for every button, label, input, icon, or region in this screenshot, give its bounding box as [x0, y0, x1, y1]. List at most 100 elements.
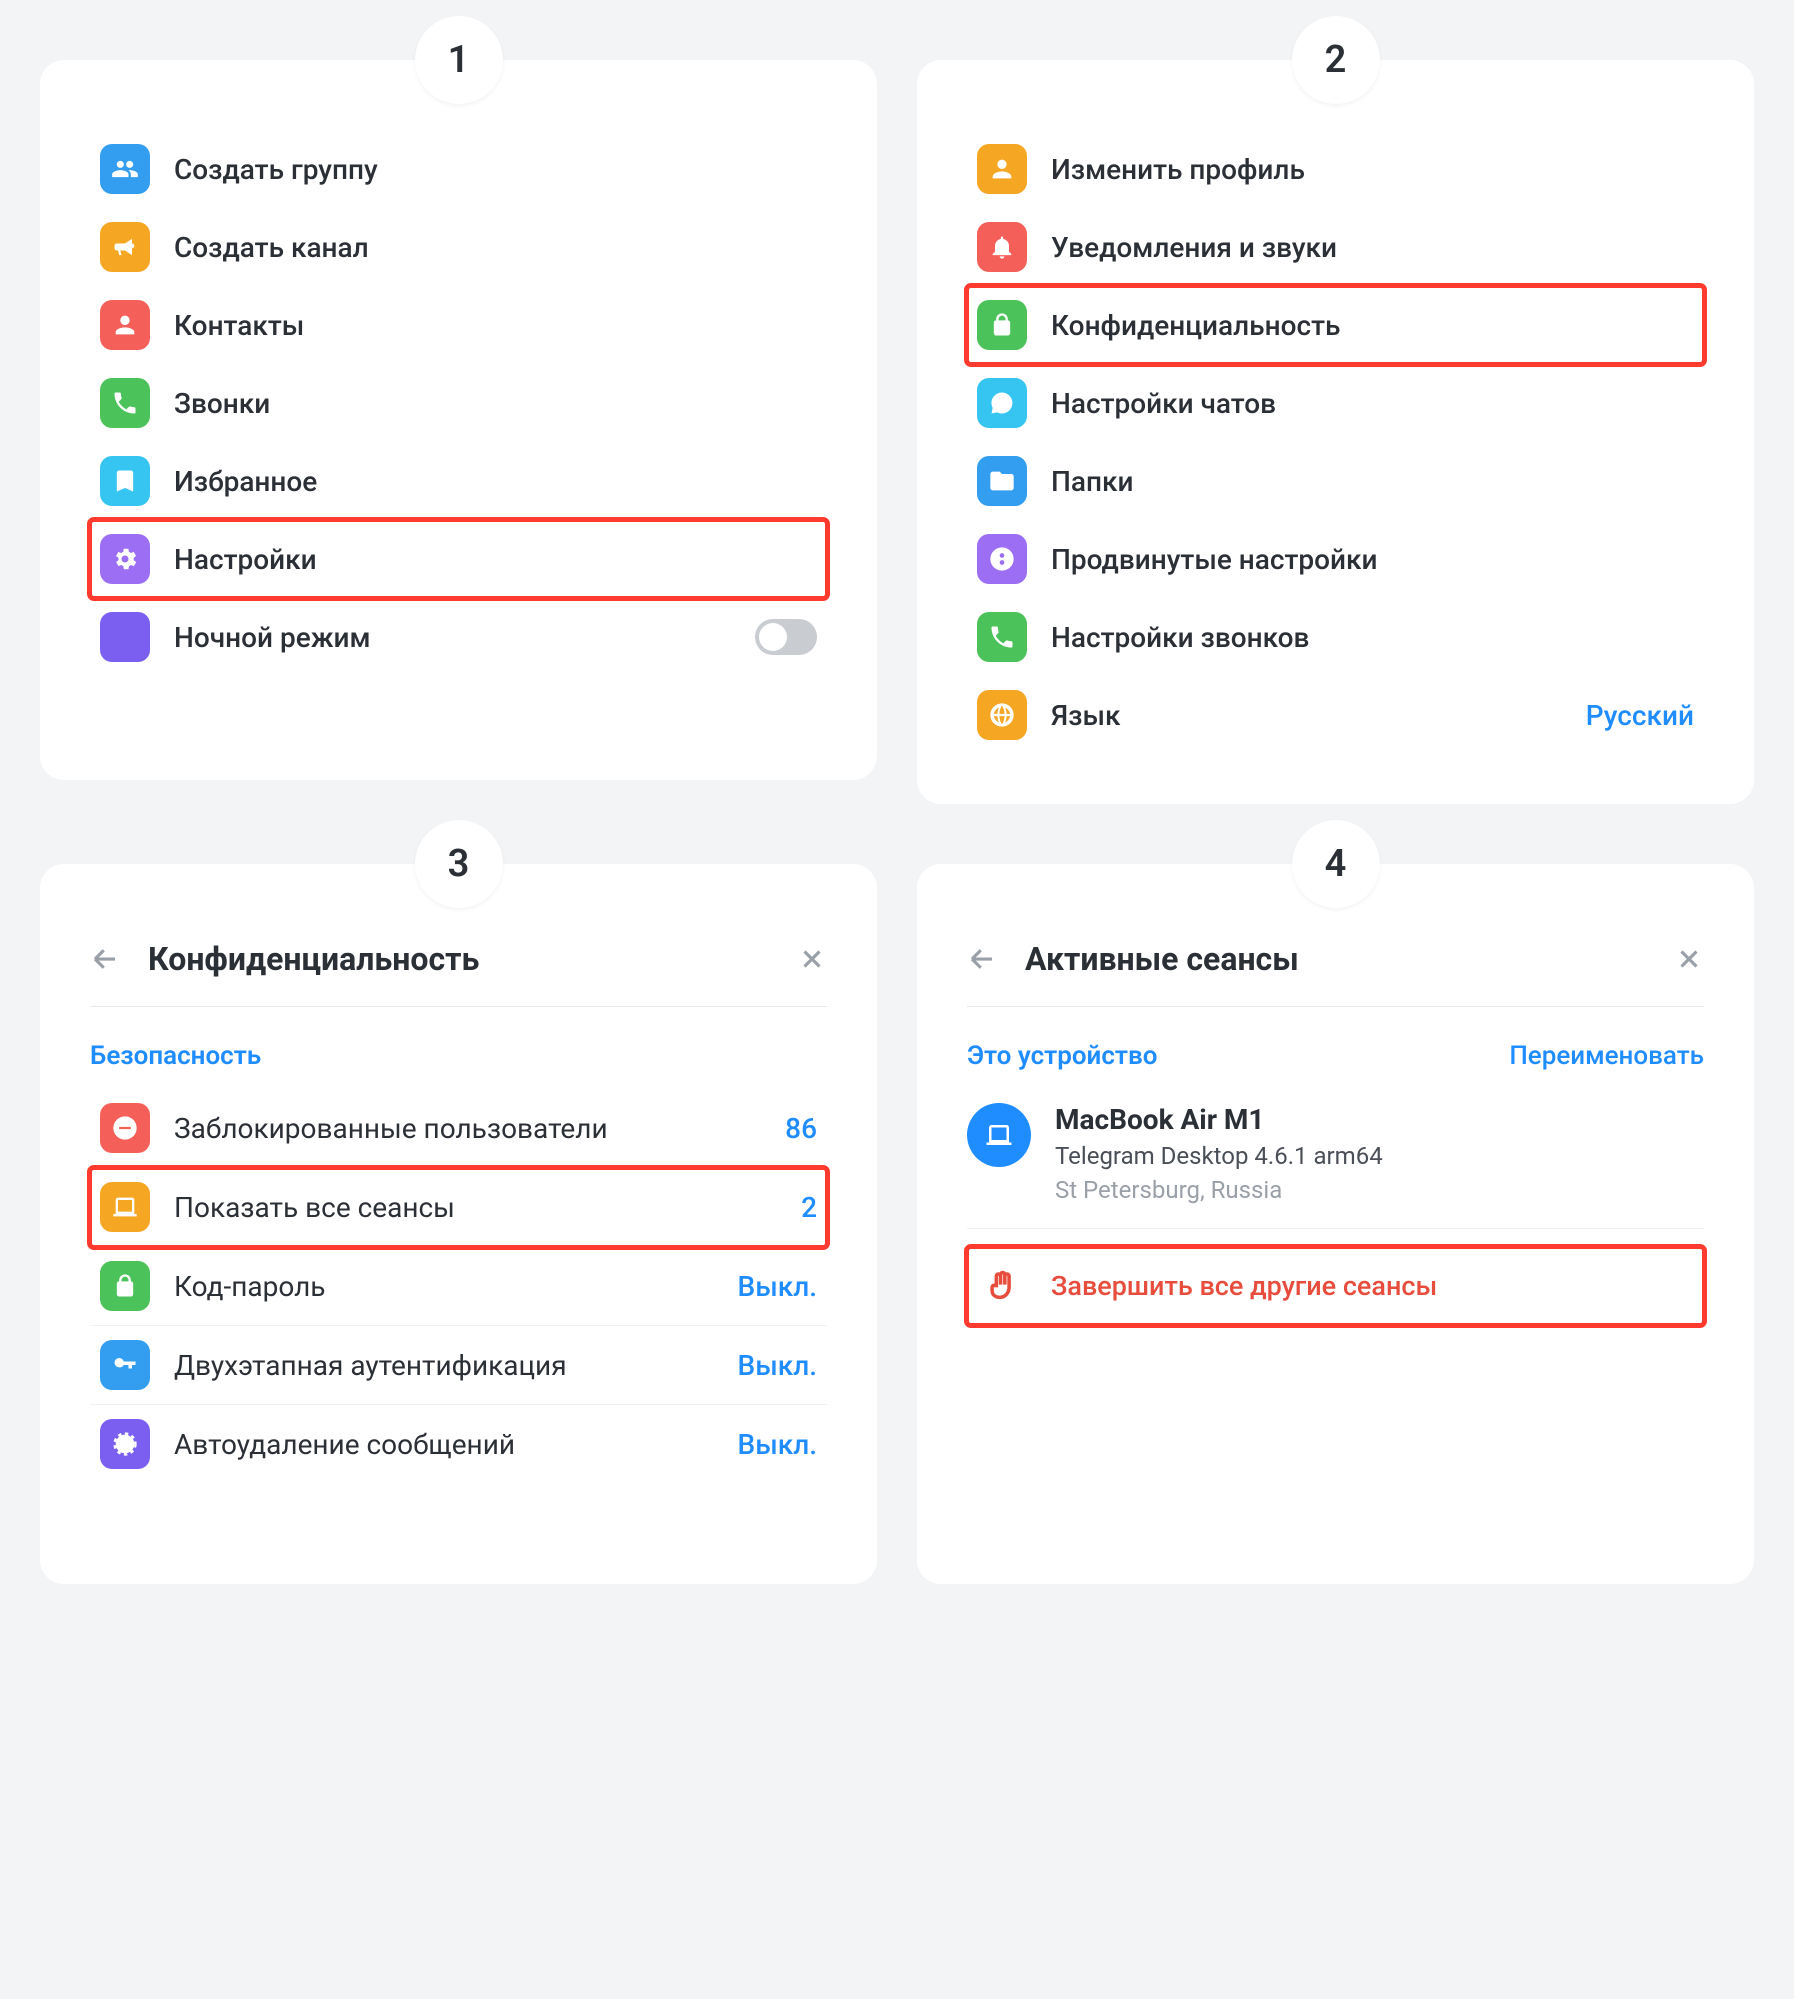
close-button[interactable]: [1674, 944, 1704, 974]
privacy-label: Показать все сеансы: [174, 1191, 777, 1224]
lock-icon: [100, 1261, 150, 1311]
close-button[interactable]: [797, 944, 827, 974]
menu-calls[interactable]: Звонки: [90, 364, 827, 442]
chat-icon: [977, 378, 1027, 428]
moon-icon: [100, 612, 150, 662]
phone-icon: [977, 612, 1027, 662]
settings-label: Конфиденциальность: [1051, 309, 1694, 342]
main-menu: Создать группу Создать канал Контакты: [90, 130, 827, 676]
step-2: 2 Изменить профиль Уведомления и звуки: [917, 60, 1754, 804]
menu-settings[interactable]: Настройки: [90, 520, 827, 598]
menu-label: Создать канал: [174, 231, 817, 264]
gear-icon: [100, 534, 150, 584]
menu-night-mode[interactable]: Ночной режим: [90, 598, 827, 676]
settings-chat[interactable]: Настройки чатов: [967, 364, 1704, 442]
privacy-value: Выкл.: [738, 1349, 817, 1382]
settings-calls[interactable]: Настройки звонков: [967, 598, 1704, 676]
settings-label: Папки: [1051, 465, 1694, 498]
sessions-header: Активные сеансы: [967, 904, 1704, 1007]
settings-label: Изменить профиль: [1051, 153, 1694, 186]
privacy-label: Код-пароль: [174, 1270, 714, 1303]
step-1: 1 Создать группу Создать канал: [40, 60, 877, 804]
current-device[interactable]: MacBook Air M1 Telegram Desktop 4.6.1 ar…: [967, 1089, 1704, 1229]
timer-icon: [100, 1419, 150, 1469]
privacy-sessions[interactable]: Показать все сеансы 2: [90, 1168, 827, 1247]
sliders-icon: [977, 534, 1027, 584]
settings-language[interactable]: Язык Русский: [967, 676, 1704, 754]
device-name: MacBook Air M1: [1055, 1103, 1383, 1136]
sessions-title: Активные сеансы: [1025, 940, 1646, 978]
menu-label: Настройки: [174, 543, 817, 576]
menu-label: Создать группу: [174, 153, 817, 186]
device-location: St Petersburg, Russia: [1055, 1176, 1383, 1204]
settings-label: Настройки звонков: [1051, 621, 1694, 654]
settings-folders[interactable]: Папки: [967, 442, 1704, 520]
blocked-icon: [100, 1103, 150, 1153]
menu-label: Звонки: [174, 387, 817, 420]
step-badge-2: 2: [1292, 16, 1380, 104]
settings-menu: Изменить профиль Уведомления и звуки Кон…: [967, 130, 1704, 754]
sessions-section-label: Это устройство: [967, 1041, 1157, 1071]
settings-label: Уведомления и звуки: [1051, 231, 1694, 264]
step-badge-1: 1: [415, 16, 503, 104]
megaphone-icon: [100, 222, 150, 272]
folder-icon: [977, 456, 1027, 506]
profile-icon: [977, 144, 1027, 194]
privacy-title: Конфиденциальность: [148, 940, 769, 978]
menu-saved[interactable]: Избранное: [90, 442, 827, 520]
privacy-value: Выкл.: [738, 1428, 817, 1461]
privacy-label: Заблокированные пользователи: [174, 1112, 761, 1145]
menu-contacts[interactable]: Контакты: [90, 286, 827, 364]
privacy-2fa[interactable]: Двухэтапная аутентификация Выкл.: [90, 1326, 827, 1405]
menu-label: Контакты: [174, 309, 817, 342]
device-laptop-icon: [967, 1103, 1031, 1167]
device-app-version: Telegram Desktop 4.6.1 arm64: [1055, 1142, 1383, 1170]
privacy-label: Автоудаление сообщений: [174, 1428, 714, 1461]
settings-label: Настройки чатов: [1051, 387, 1694, 420]
step-4: 4 Активные сеансы Это устройство Переиме…: [917, 864, 1754, 1584]
lock-icon: [977, 300, 1027, 350]
settings-privacy[interactable]: Конфиденциальность: [967, 286, 1704, 364]
menu-label: Избранное: [174, 465, 817, 498]
sessions-section-row: Это устройство Переименовать: [967, 1031, 1704, 1089]
phone-icon: [100, 378, 150, 428]
device-info: MacBook Air M1 Telegram Desktop 4.6.1 ar…: [1055, 1103, 1383, 1204]
privacy-blocked-users[interactable]: Заблокированные пользователи 86: [90, 1089, 827, 1168]
privacy-autodelete[interactable]: Автоудаление сообщений Выкл.: [90, 1405, 827, 1483]
step-badge-3: 3: [415, 820, 503, 908]
settings-card: Изменить профиль Уведомления и звуки Кон…: [917, 60, 1754, 804]
step-3: 3 Конфиденциальность Безопасность Заблок…: [40, 864, 877, 1584]
key-icon: [100, 1340, 150, 1390]
menu-create-channel[interactable]: Создать канал: [90, 208, 827, 286]
terminate-all-sessions[interactable]: Завершить все другие сеансы: [967, 1247, 1704, 1325]
settings-edit-profile[interactable]: Изменить профиль: [967, 130, 1704, 208]
privacy-value: 2: [801, 1191, 817, 1224]
back-button[interactable]: [967, 944, 997, 974]
menu-label: Ночной режим: [174, 621, 731, 654]
privacy-passcode[interactable]: Код-пароль Выкл.: [90, 1247, 827, 1326]
sessions-card: Активные сеансы Это устройство Переимено…: [917, 864, 1754, 1584]
back-button[interactable]: [90, 944, 120, 974]
night-mode-toggle[interactable]: [755, 619, 817, 655]
privacy-label: Двухэтапная аутентификация: [174, 1349, 714, 1382]
settings-notifications[interactable]: Уведомления и звуки: [967, 208, 1704, 286]
privacy-section-label: Безопасность: [90, 1031, 827, 1089]
step-badge-4: 4: [1292, 820, 1380, 908]
settings-label: Язык: [1051, 699, 1562, 732]
privacy-list: Заблокированные пользователи 86 Показать…: [90, 1089, 827, 1483]
person-icon: [100, 300, 150, 350]
main-menu-card: Создать группу Создать канал Контакты: [40, 60, 877, 780]
privacy-card: Конфиденциальность Безопасность Заблокир…: [40, 864, 877, 1584]
bell-icon: [977, 222, 1027, 272]
group-icon: [100, 144, 150, 194]
hand-stop-icon: [977, 1261, 1027, 1311]
privacy-value: Выкл.: [738, 1270, 817, 1303]
bookmark-icon: [100, 456, 150, 506]
laptop-icon: [100, 1182, 150, 1232]
menu-create-group[interactable]: Создать группу: [90, 130, 827, 208]
globe-icon: [977, 690, 1027, 740]
settings-advanced[interactable]: Продвинутые настройки: [967, 520, 1704, 598]
settings-label: Продвинутые настройки: [1051, 543, 1694, 576]
rename-link[interactable]: Переименовать: [1509, 1041, 1704, 1071]
settings-language-value: Русский: [1586, 699, 1694, 732]
